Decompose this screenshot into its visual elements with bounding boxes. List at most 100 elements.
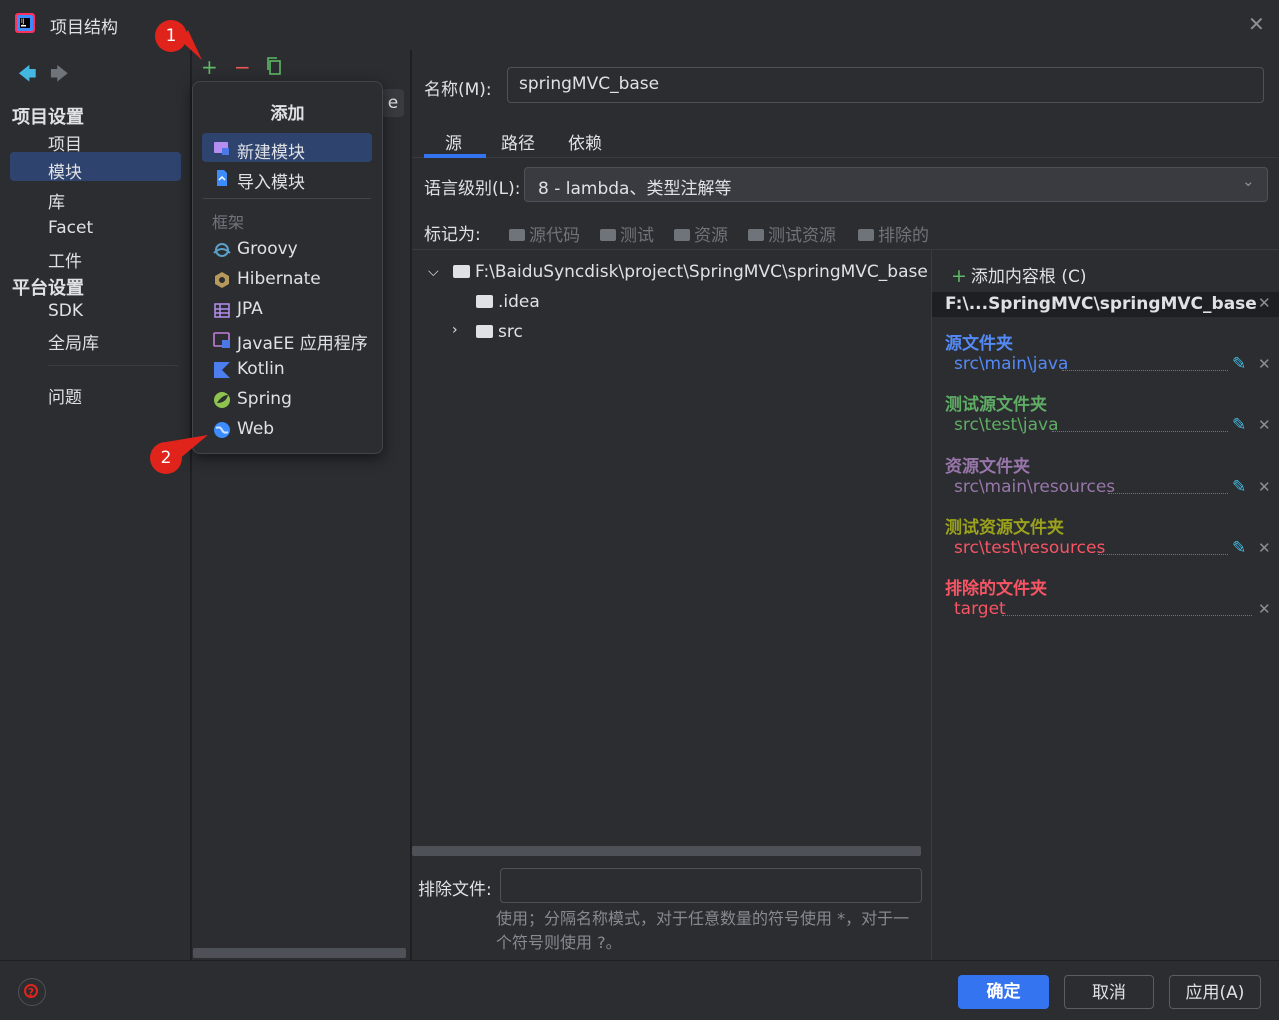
close-icon[interactable]: ✕ bbox=[1258, 416, 1271, 434]
forward-arrow-icon[interactable]: 🡆 bbox=[50, 62, 69, 92]
nav-item-artifacts[interactable]: 工件 bbox=[48, 247, 82, 272]
close-icon[interactable]: ✕ bbox=[1258, 539, 1271, 557]
folder-icon bbox=[476, 325, 493, 338]
edit-pencil-icon[interactable]: ✎ bbox=[1232, 477, 1246, 497]
group-title-sources: 源文件夹 bbox=[945, 334, 1013, 354]
framework-group-label: 框架 bbox=[212, 213, 245, 232]
close-icon[interactable]: ✕ bbox=[1258, 294, 1271, 312]
close-icon[interactable]: ✕ bbox=[1258, 478, 1271, 496]
dotted-leader bbox=[1062, 369, 1228, 371]
module-name-value: springMVC_base bbox=[519, 74, 660, 94]
tab-dependencies[interactable]: 依赖 bbox=[568, 129, 602, 154]
nav-item-sdk[interactable]: SDK bbox=[48, 301, 83, 321]
dotted-leader bbox=[1052, 430, 1228, 432]
menu-item-spring[interactable]: Spring bbox=[237, 389, 292, 409]
close-icon[interactable]: ✕ bbox=[1258, 600, 1271, 618]
menu-item-groovy[interactable]: Groovy bbox=[237, 239, 298, 259]
folder-icon bbox=[476, 295, 493, 308]
nav-item-global-libraries[interactable]: 全局库 bbox=[48, 329, 99, 354]
horizontal-scrollbar[interactable] bbox=[412, 846, 921, 856]
left-nav-panel bbox=[0, 50, 190, 960]
step-badge-2: 2 bbox=[150, 442, 182, 474]
horizontal-scrollbar[interactable] bbox=[193, 948, 406, 958]
mark-tests-button[interactable]: 测试 bbox=[600, 221, 654, 246]
tab-paths[interactable]: 路径 bbox=[501, 129, 535, 154]
group-title-test-resources: 测试资源文件夹 bbox=[945, 518, 1064, 538]
edit-pencil-icon[interactable]: ✎ bbox=[1232, 354, 1246, 374]
window-title: 项目结构 bbox=[50, 18, 118, 38]
add-content-root-button[interactable]: + 添加内容根 (C) bbox=[951, 262, 1086, 287]
exclude-hint: 使用；分隔名称模式，对于任意数量的符号使用 *，对于一个符号则使用 ?。 bbox=[496, 909, 910, 952]
tree-root[interactable]: F:\BaiduSyncdisk\project\SpringMVC\sprin… bbox=[453, 262, 928, 282]
back-arrow-icon[interactable]: 🡄 bbox=[18, 62, 37, 92]
edit-pencil-icon[interactable]: ✎ bbox=[1232, 538, 1246, 558]
close-icon[interactable]: ✕ bbox=[1248, 12, 1265, 36]
add-popup-menu: 添加 新建模块 导入模块 框架 Groovy Hibernate JPA Jav… bbox=[192, 81, 383, 454]
group-path-test-sources[interactable]: src\test\java bbox=[954, 415, 1059, 435]
nav-item-modules[interactable]: 模块 bbox=[48, 158, 82, 183]
menu-item-kotlin[interactable]: Kotlin bbox=[237, 359, 285, 379]
mark-sources-button[interactable]: 源代码 bbox=[509, 221, 580, 246]
import-module-icon bbox=[217, 170, 227, 186]
javaee-icon bbox=[213, 332, 230, 348]
ok-button[interactable]: 确定 bbox=[958, 975, 1049, 1009]
dotted-leader bbox=[1002, 614, 1252, 616]
nav-item-facet[interactable]: Facet bbox=[48, 218, 93, 238]
chevron-down-icon[interactable]: ⌵ bbox=[428, 264, 439, 280]
popup-title: 添加 bbox=[270, 104, 305, 124]
menu-item-new-module[interactable]: 新建模块 bbox=[237, 138, 305, 163]
hibernate-icon bbox=[215, 272, 229, 288]
new-module-icon bbox=[214, 142, 229, 155]
intellij-logo-icon: IJ bbox=[15, 13, 35, 33]
mark-test-resources-button[interactable]: 测试资源 bbox=[748, 221, 836, 246]
chevron-down-icon[interactable]: ⌄ bbox=[1242, 172, 1255, 190]
folder-icon bbox=[600, 229, 616, 241]
copy-icon[interactable] bbox=[265, 57, 283, 75]
spring-icon bbox=[214, 392, 230, 408]
tab-divider bbox=[412, 157, 1279, 158]
menu-item-javaee[interactable]: JavaEE 应用程序 bbox=[237, 329, 368, 354]
project-settings-header: 项目设置 bbox=[12, 107, 84, 128]
footer-divider bbox=[0, 960, 1279, 961]
jpa-icon bbox=[214, 303, 230, 318]
group-path-excluded[interactable]: target bbox=[954, 599, 1006, 619]
language-level-value: 8 - lambda、类型注解等 bbox=[538, 179, 732, 199]
remove-icon[interactable]: − bbox=[234, 55, 251, 79]
apply-button[interactable]: 应用(A) bbox=[1169, 975, 1261, 1009]
svg-text:IJ: IJ bbox=[21, 18, 25, 25]
active-tab-underline bbox=[424, 154, 486, 158]
mark-excluded-button[interactable]: 排除的 bbox=[858, 221, 929, 246]
close-icon[interactable]: ✕ bbox=[1258, 355, 1271, 373]
groovy-icon bbox=[213, 243, 231, 257]
menu-item-jpa[interactable]: JPA bbox=[237, 299, 263, 319]
mark-as-label: 标记为: bbox=[424, 225, 481, 245]
folder-icon bbox=[509, 229, 525, 241]
web-globe-icon bbox=[214, 422, 230, 438]
group-path-sources[interactable]: src\main\java bbox=[954, 354, 1068, 374]
cancel-button[interactable]: 取消 bbox=[1064, 975, 1154, 1009]
help-icon: ? bbox=[24, 984, 38, 999]
group-path-test-resources[interactable]: src\test\resources bbox=[954, 538, 1105, 558]
name-label: 名称(M): bbox=[424, 80, 492, 100]
module-list-item[interactable]: e bbox=[382, 89, 404, 117]
mark-resources-button[interactable]: 资源 bbox=[674, 221, 728, 246]
folder-icon bbox=[748, 229, 764, 241]
kotlin-icon bbox=[214, 362, 230, 378]
folder-icon bbox=[858, 229, 874, 241]
exclude-files-input[interactable] bbox=[500, 868, 922, 903]
group-path-resources[interactable]: src\main\resources bbox=[954, 477, 1115, 497]
tree-node-src[interactable]: src bbox=[476, 322, 523, 342]
group-title-excluded: 排除的文件夹 bbox=[945, 579, 1047, 599]
edit-pencil-icon[interactable]: ✎ bbox=[1232, 415, 1246, 435]
menu-item-import-module[interactable]: 导入模块 bbox=[237, 168, 305, 193]
menu-item-hibernate[interactable]: Hibernate bbox=[237, 269, 321, 289]
nav-item-project[interactable]: 项目 bbox=[48, 130, 82, 155]
nav-item-libraries[interactable]: 库 bbox=[48, 188, 65, 213]
chevron-right-icon[interactable]: › bbox=[452, 322, 458, 338]
content-root-path: F:\...SpringMVC\springMVC_base bbox=[945, 294, 1257, 314]
menu-item-web[interactable]: Web bbox=[237, 419, 274, 439]
language-level-label: 语言级别(L): bbox=[424, 179, 521, 199]
tree-node-idea[interactable]: .idea bbox=[476, 292, 540, 312]
tab-sources[interactable]: 源 bbox=[445, 129, 462, 154]
nav-item-problems[interactable]: 问题 bbox=[48, 383, 82, 408]
